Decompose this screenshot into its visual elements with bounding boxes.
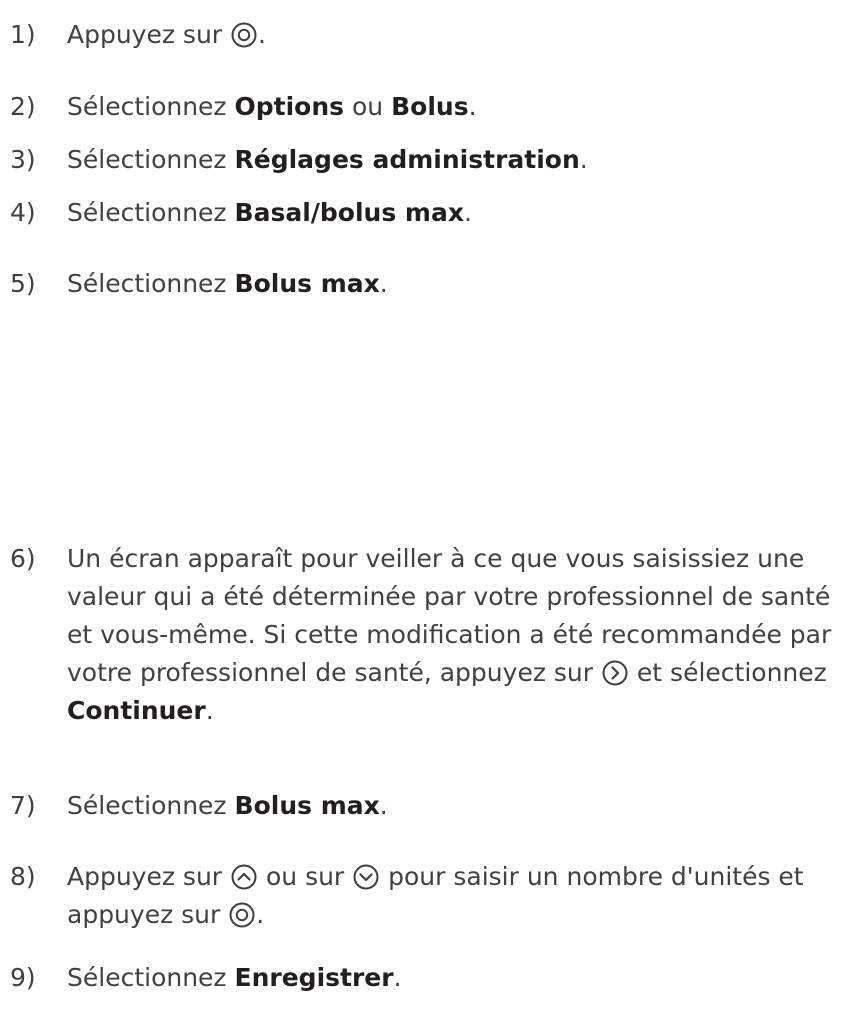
- step-text-segment: .: [579, 145, 588, 174]
- step-number: 3): [10, 145, 36, 174]
- step-number: 8): [10, 862, 36, 891]
- step-text-segment: .: [258, 20, 266, 49]
- step-text: Appuyez sur ou sur pour saisir un nombre…: [67, 858, 834, 934]
- menu-item-label: Bolus max: [234, 791, 380, 820]
- ok-button-icon: [231, 22, 257, 48]
- step-number: 5): [10, 269, 36, 298]
- down-arrow-button-icon: [353, 864, 379, 890]
- menu-item-label: Continuer: [67, 696, 206, 725]
- step-text-segment: Sélectionnez: [67, 269, 235, 298]
- step-number: 6): [10, 544, 36, 573]
- step-text-segment: .: [379, 269, 388, 298]
- menu-item-label: Basal/bolus max: [234, 198, 464, 227]
- step-text-segment: Sélectionnez: [67, 92, 235, 121]
- step-text-segment: Sélectionnez: [67, 963, 235, 992]
- step-text-segment: .: [468, 92, 477, 121]
- step-text-segment: .: [393, 963, 402, 992]
- step-number: 9): [10, 963, 36, 992]
- step-text-segment: ou: [344, 92, 392, 121]
- step-9: 9) Sélectionnez Enregistrer.: [10, 959, 834, 997]
- menu-item-label: Options: [234, 92, 345, 121]
- step-text-segment: Sélectionnez: [67, 198, 235, 227]
- menu-item-label: Réglages administration: [234, 145, 580, 174]
- menu-item-label: Bolus: [391, 92, 469, 121]
- step-text: Sélectionnez Bolus max.: [67, 787, 834, 825]
- step-number: 2): [10, 92, 36, 121]
- step-text: Sélectionnez Enregistrer.: [67, 959, 834, 997]
- step-text-segment: .: [256, 900, 265, 929]
- step-text-segment: Appuyez sur: [67, 862, 231, 891]
- up-arrow-button-icon: [231, 864, 257, 890]
- step-4: 4) Sélectionnez Basal/bolus max.: [10, 194, 834, 232]
- ok-button-icon: [229, 902, 255, 928]
- step-number: 4): [10, 198, 36, 227]
- step-text-segment: et sélectionnez: [628, 658, 827, 687]
- step-5: 5) Sélectionnez Bolus max.: [10, 265, 834, 303]
- step-text: Sélectionnez Options ou Bolus.: [67, 88, 834, 126]
- step-text: Sélectionnez Bolus max.: [67, 265, 834, 303]
- step-text-segment: ou sur: [258, 862, 353, 891]
- menu-item-label: Enregistrer: [234, 963, 394, 992]
- step-6: 6) Un écran apparaît pour veiller à ce q…: [10, 540, 834, 730]
- step-1: 1) Appuyez sur .: [10, 16, 834, 54]
- step-text-segment: Sélectionnez: [67, 791, 235, 820]
- step-text: Sélectionnez Basal/bolus max.: [67, 194, 834, 232]
- step-8: 8) Appuyez sur ou sur pour saisir un nom…: [10, 858, 834, 934]
- right-arrow-button-icon: [602, 660, 628, 686]
- step-text: Sélectionnez Réglages administration.: [67, 141, 834, 179]
- step-3: 3) Sélectionnez Réglages administration.: [10, 141, 834, 179]
- step-text-segment: Sélectionnez: [67, 145, 235, 174]
- step-7: 7) Sélectionnez Bolus max.: [10, 787, 834, 825]
- step-text-segment: .: [205, 696, 214, 725]
- step-text-segment: .: [379, 791, 388, 820]
- step-number: 1): [10, 20, 36, 49]
- step-text-segment: .: [463, 198, 472, 227]
- menu-item-label: Bolus max: [234, 269, 380, 298]
- step-number: 7): [10, 791, 36, 820]
- step-text-segment: Appuyez sur: [67, 20, 231, 49]
- step-text: Un écran apparaît pour veiller à ce que …: [67, 540, 834, 730]
- step-text: Appuyez sur .: [67, 16, 834, 54]
- step-2: 2) Sélectionnez Options ou Bolus.: [10, 88, 834, 126]
